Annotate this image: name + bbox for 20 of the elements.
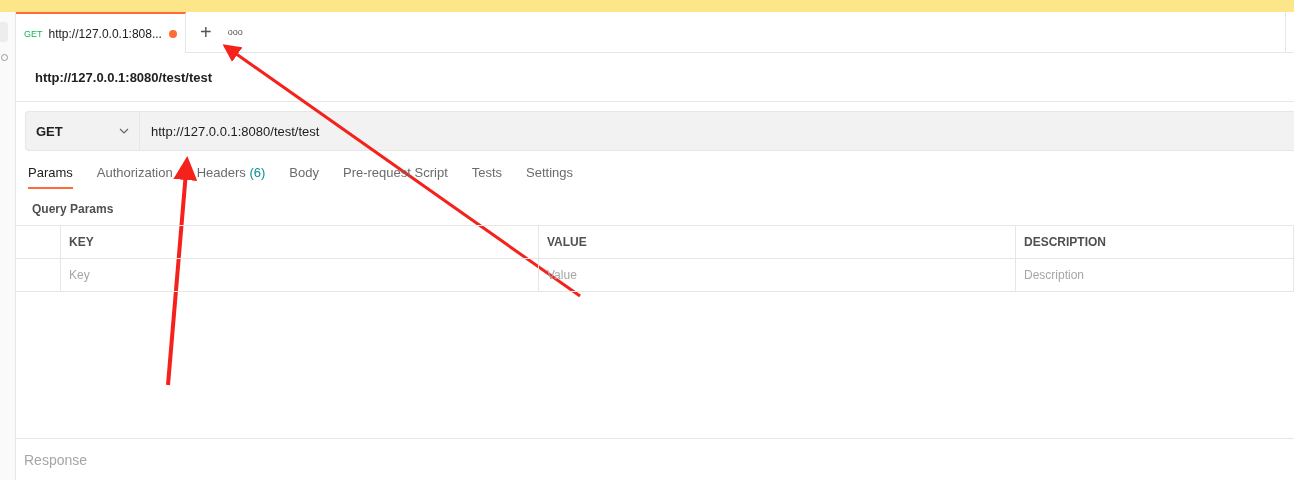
request-section-tab[interactable]: Authorization (96, 165, 173, 189)
url-field[interactable]: http://127.0.0.1:8080/test/test (140, 112, 1294, 150)
section-title: Query Params (32, 202, 114, 216)
column-header: VALUE (539, 226, 1016, 259)
tab-title: http://127.0.0.1:808... (48, 26, 163, 41)
request-section-tab[interactable]: Headers (6) (196, 165, 266, 189)
request-title: http://127.0.0.1:8080/test/test (35, 69, 213, 85)
more-tabs-button[interactable]: ooo (219, 12, 251, 52)
request-section-tab[interactable]: Params (28, 165, 73, 189)
request-section-tab[interactable]: Body (289, 165, 319, 189)
method-select[interactable]: GET (26, 112, 140, 150)
method-label: GET (24, 28, 43, 39)
request-tab[interactable]: GET http://127.0.0.1:808... (16, 12, 186, 53)
request-section-tab[interactable]: Settings (526, 165, 574, 189)
response-title: Response (24, 451, 88, 468)
column-header: DESCRIPTION (1016, 226, 1294, 259)
column-header: KEY (61, 226, 539, 259)
new-tab-button[interactable]: + (192, 12, 220, 52)
request-section-tab[interactable]: Tests (471, 165, 503, 189)
chevron-down-icon (119, 128, 129, 134)
